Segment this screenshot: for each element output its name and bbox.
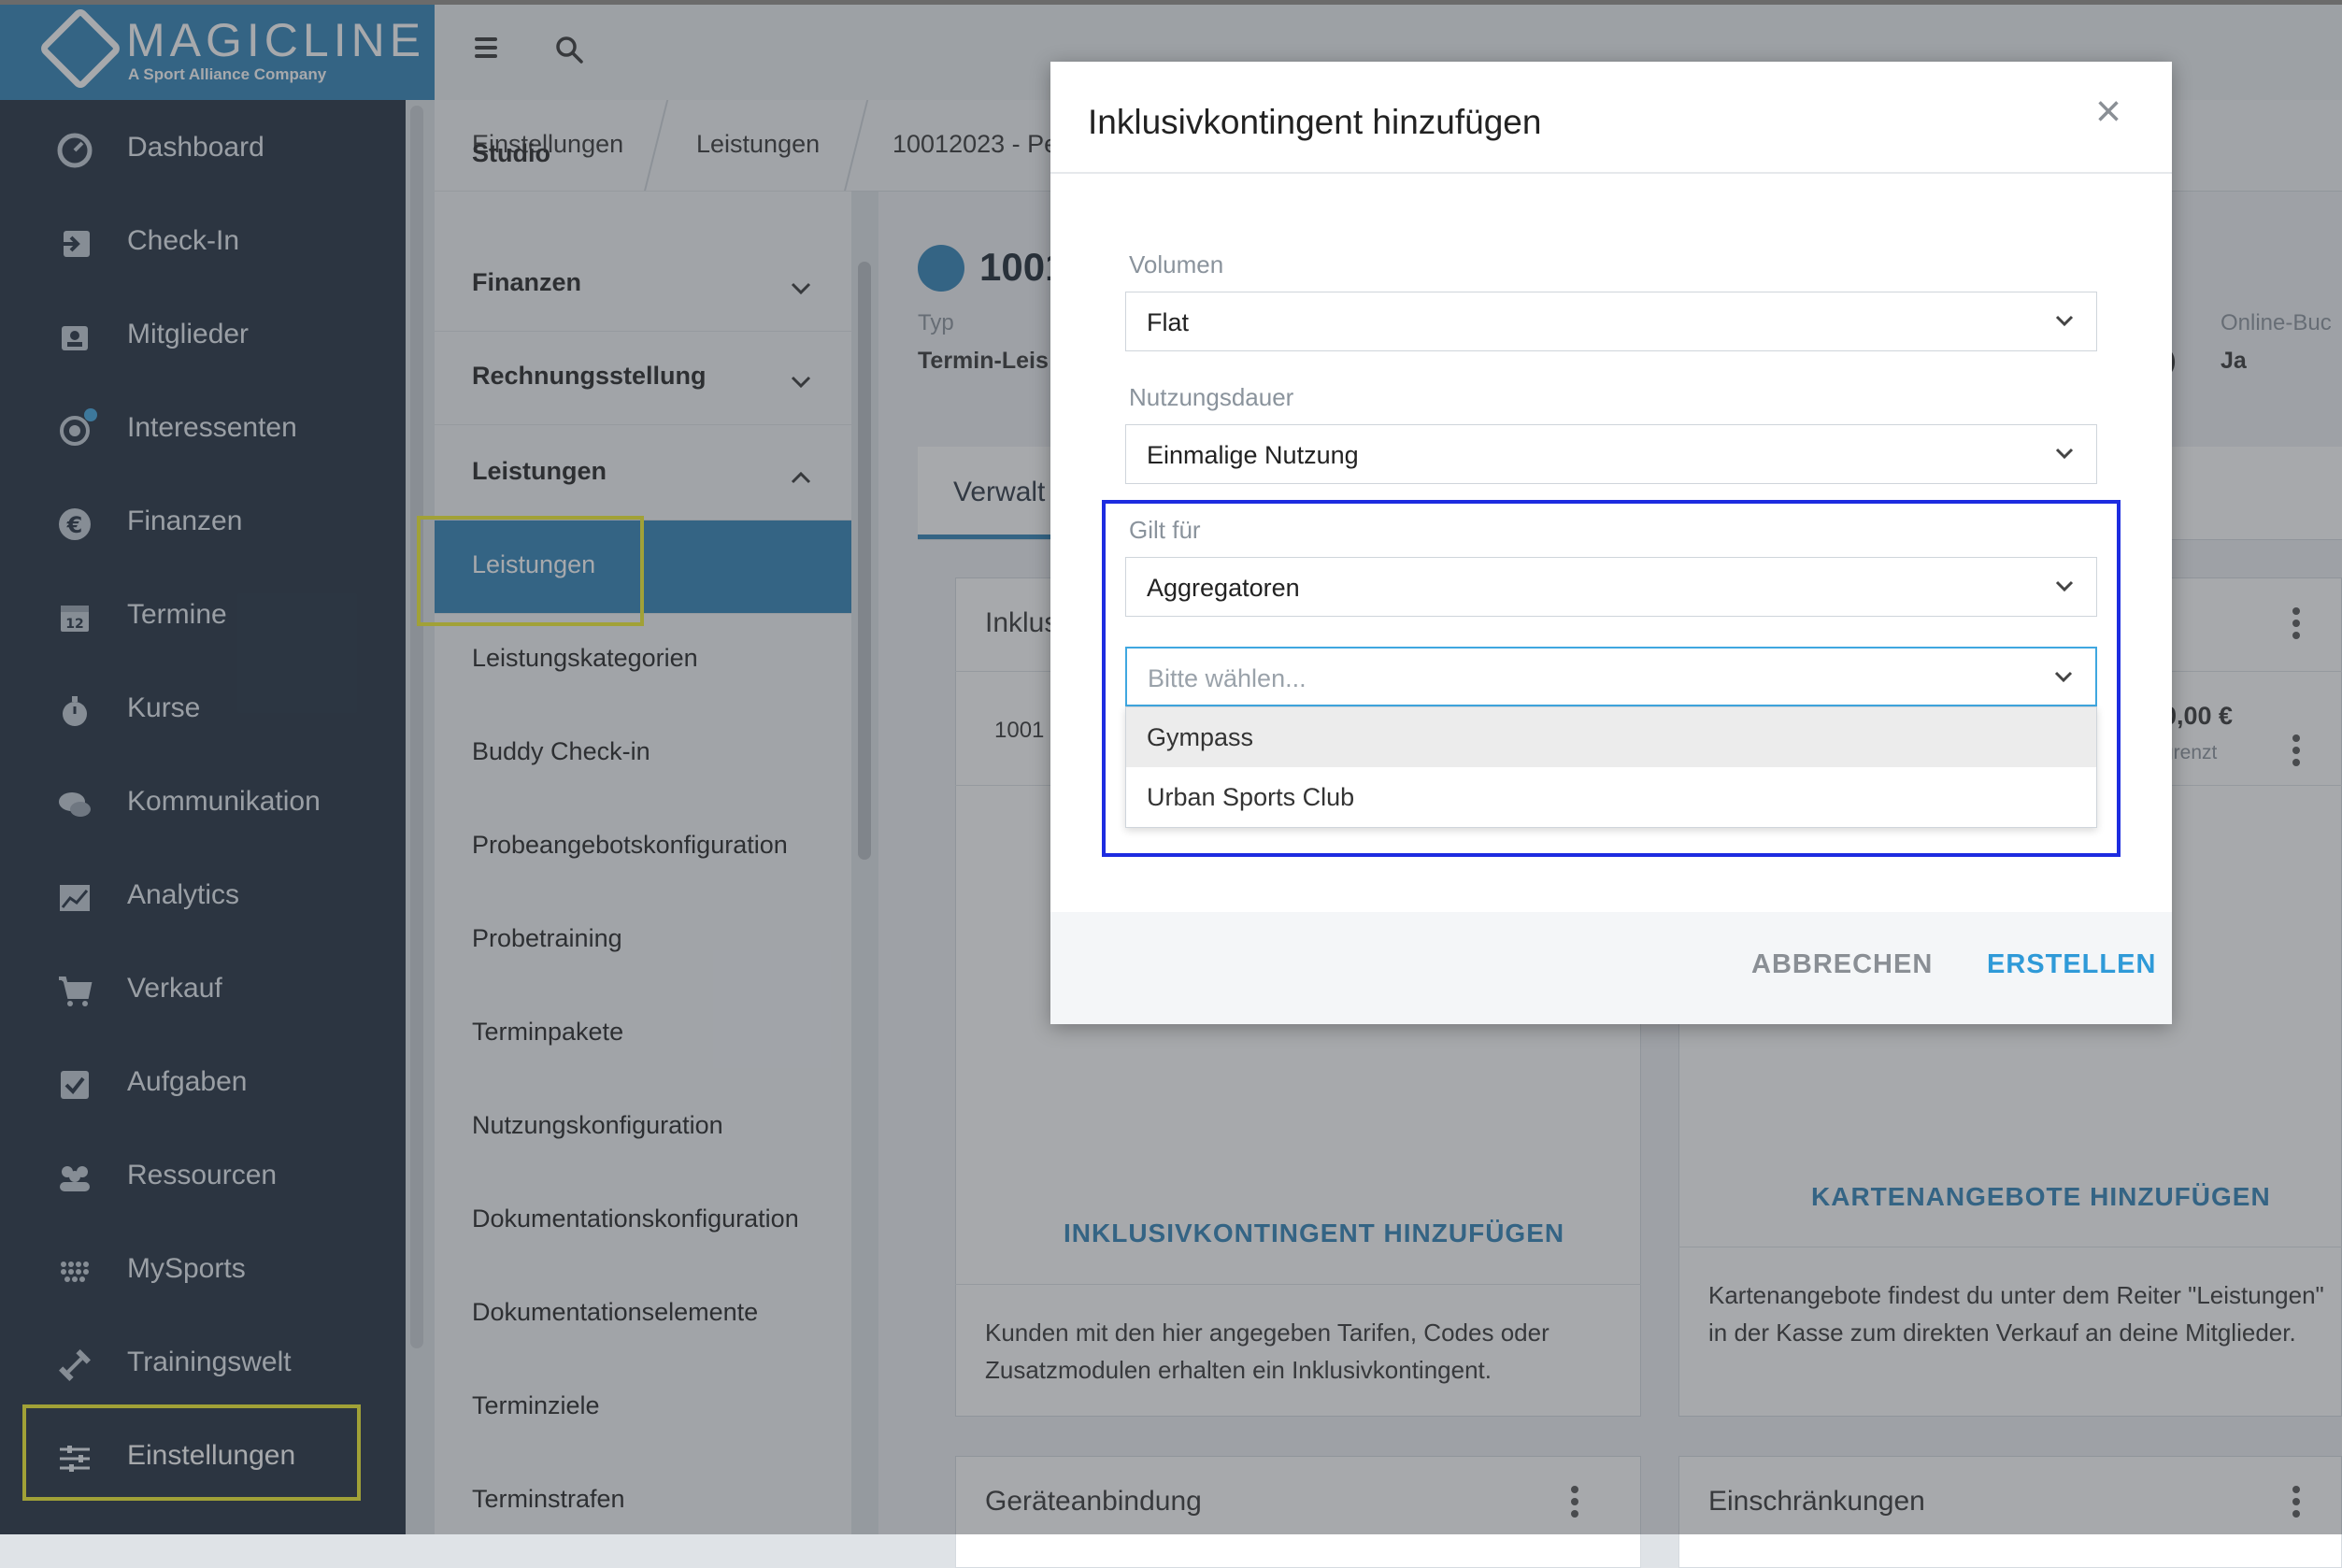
dialog-header-divider [1050, 172, 2172, 174]
window-top-border [0, 0, 2342, 5]
chevron-down-icon [2055, 315, 2074, 327]
nutzungsdauer-select[interactable]: Einmalige Nutzung [1125, 424, 2097, 484]
cancel-button[interactable]: ABBRECHEN [1751, 949, 1933, 980]
dialog-title: Inklusivkontingent hinzufügen [1088, 103, 1542, 141]
chevron-down-icon [2055, 448, 2074, 460]
volumen-select[interactable]: Flat [1125, 292, 2097, 351]
create-button[interactable]: ERSTELLEN [1987, 949, 2156, 980]
nutzungsdauer-label: Nutzungsdauer [1129, 383, 1294, 411]
close-icon[interactable]: × [2095, 90, 2121, 135]
gilt-fuer-highlight-box [1102, 500, 2121, 857]
volumen-label: Volumen [1129, 250, 1224, 278]
